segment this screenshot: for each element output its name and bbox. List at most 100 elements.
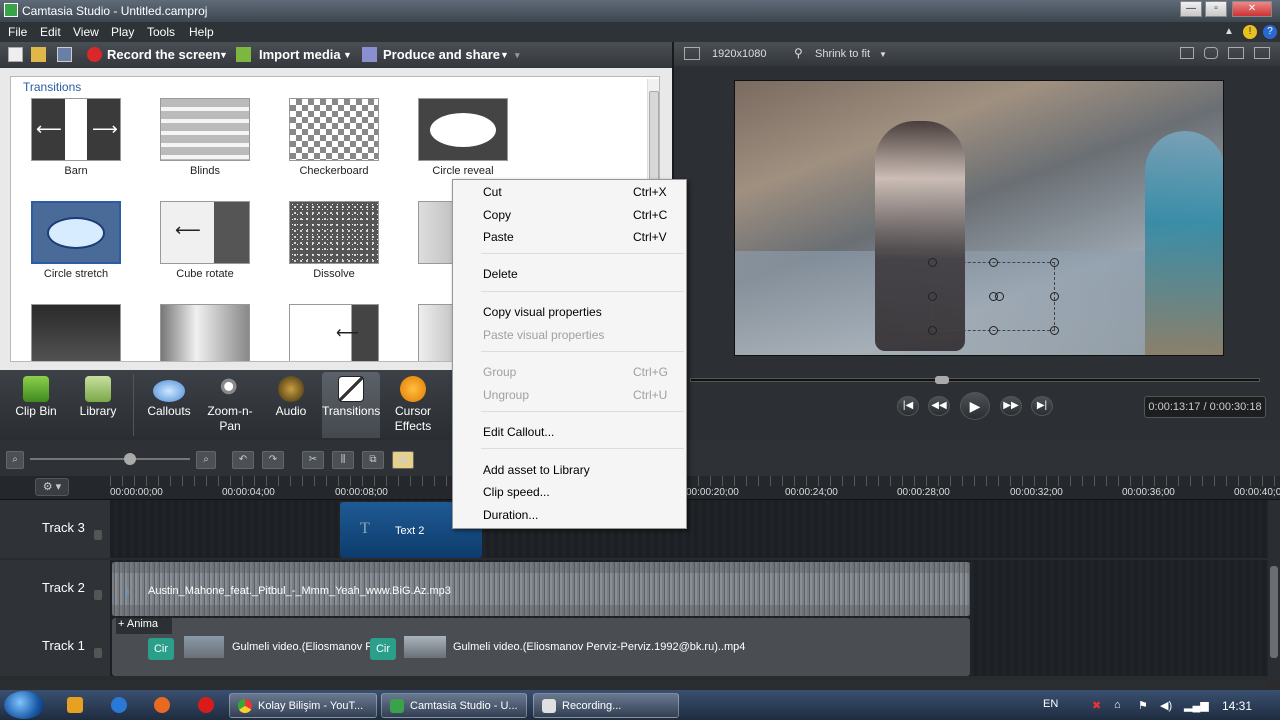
maximize-button[interactable]: ▫	[1205, 1, 1227, 17]
network-icon[interactable]: ⌂	[1114, 699, 1121, 711]
notification-icon[interactable]: ▲	[1222, 25, 1236, 39]
resize-handle-bottom-right[interactable]	[1050, 326, 1059, 335]
menu-play[interactable]: Play	[111, 25, 134, 39]
track-1-header[interactable]: Track 1	[0, 618, 110, 676]
paste-icon[interactable]: ▤	[392, 451, 414, 469]
tab-clip-bin[interactable]: Clip Bin	[8, 372, 64, 438]
seek-bar[interactable]	[690, 378, 1260, 382]
open-folder-icon[interactable]	[31, 47, 46, 62]
import-dropdown-chevron-icon[interactable]: ▼	[343, 50, 352, 60]
timeline-vertical-scroll-thumb[interactable]	[1270, 566, 1278, 658]
tab-zoom-n-pan[interactable]: Zoom-n- Pan	[202, 372, 258, 438]
opera-icon[interactable]	[198, 697, 214, 713]
tip-lightbulb-icon[interactable]: !	[1243, 25, 1257, 39]
timeline-vertical-scrollbar[interactable]	[1268, 500, 1280, 680]
menu-view[interactable]: View	[73, 25, 99, 39]
checkerboard-transition-icon[interactable]	[289, 98, 379, 161]
zoom-dropdown[interactable]: Shrink to fit	[815, 48, 870, 60]
track-3-header[interactable]: Track 3	[0, 500, 110, 558]
resize-handle-left[interactable]	[928, 292, 937, 301]
taskbar-recording-window[interactable]: Recording...	[533, 693, 679, 718]
menu-file[interactable]: File	[8, 25, 27, 39]
track-2-lane[interactable]: ♪ Austin_Mahone_feat._Pitbul_-_Mmm_Yeah_…	[110, 560, 1268, 618]
close-button[interactable]: ✕	[1232, 1, 1272, 17]
video-clip[interactable]: + Anima Cir Gulmeli video.(Eliosmanov P …	[112, 618, 970, 676]
context-menu-duration[interactable]: Duration...	[453, 504, 686, 526]
context-menu-copy-visual-properties[interactable]: Copy visual properties	[453, 301, 686, 323]
signal-icon[interactable]: ▂▄▆	[1184, 699, 1209, 712]
taskbar-camtasia-window[interactable]: Camtasia Studio - U...	[381, 693, 527, 718]
circle-transition-marker[interactable]: Cir	[148, 638, 174, 660]
cut-scissors-icon[interactable]: ✂	[302, 451, 324, 469]
fullscreen-icon[interactable]	[1254, 47, 1270, 59]
transition-thumb-row3-3[interactable]: ⟵	[289, 304, 379, 361]
resize-handle-right[interactable]	[1050, 292, 1059, 301]
skip-end-icon[interactable]: ▶|	[1031, 396, 1053, 416]
canvas-resolution-dropdown[interactable]: 1920x1080	[712, 48, 766, 60]
blinds-transition-icon[interactable]	[160, 98, 250, 161]
transition-thumb-row3-1[interactable]	[31, 304, 121, 361]
detach-preview-icon[interactable]	[1228, 47, 1244, 59]
barn-transition-icon[interactable]: ⟵ ⟶	[31, 98, 121, 161]
tab-callouts[interactable]: Callouts	[142, 372, 196, 438]
pan-hand-icon[interactable]	[1204, 47, 1218, 59]
skip-start-icon[interactable]: |◀	[897, 396, 919, 416]
record-screen-button[interactable]: Record the screen	[107, 47, 220, 62]
import-media-button[interactable]: Import media	[259, 47, 341, 62]
track-3-lane[interactable]: T Text 2	[110, 500, 1268, 558]
menu-tools[interactable]: Tools	[147, 25, 175, 39]
redo-icon[interactable]: ↷	[262, 451, 284, 469]
context-menu-edit-callout[interactable]: Edit Callout...	[453, 421, 686, 443]
context-menu-add-asset[interactable]: Add asset to Library	[453, 459, 686, 481]
animation-track-toggle[interactable]: + Anima	[116, 618, 172, 634]
dissolve-transition-icon[interactable]	[289, 201, 379, 264]
track-2-header[interactable]: Track 2	[0, 560, 110, 618]
system-clock[interactable]: 14:31	[1222, 699, 1252, 713]
media-player-icon[interactable]	[67, 697, 83, 713]
rewind-icon[interactable]: ◀◀	[928, 396, 950, 416]
video-canvas[interactable]	[734, 80, 1224, 356]
fast-forward-icon[interactable]: ▶▶	[1000, 396, 1022, 416]
circle-stretch-transition-icon[interactable]	[31, 201, 121, 264]
start-button-windows-icon[interactable]	[4, 691, 44, 719]
crop-icon[interactable]	[1180, 47, 1194, 59]
record-dropdown-chevron-icon[interactable]: ▼	[219, 50, 228, 60]
zoom-out-icon[interactable]: ⌕	[6, 451, 24, 469]
resize-handle-top[interactable]	[989, 258, 998, 267]
action-center-flag-icon[interactable]: ✖	[1092, 699, 1101, 712]
tab-audio[interactable]: Audio	[264, 372, 318, 438]
copy-icon[interactable]: ⧉	[362, 451, 384, 469]
context-menu-copy[interactable]: Copy Ctrl+C	[453, 204, 686, 226]
context-menu-clip-speed[interactable]: Clip speed...	[453, 481, 686, 503]
produce-share-icon[interactable]	[362, 47, 377, 62]
produce-dropdown-chevron-icon[interactable]: ▼	[500, 50, 509, 60]
track-1-lane[interactable]: + Anima Cir Gulmeli video.(Eliosmanov P …	[110, 618, 1268, 676]
track-lock-icon[interactable]	[94, 590, 102, 600]
help-icon[interactable]: ?	[1263, 25, 1277, 39]
context-menu-cut[interactable]: Cut Ctrl+X	[453, 181, 686, 203]
seek-knob[interactable]	[935, 376, 949, 384]
transition-thumb-row3-2[interactable]	[160, 304, 250, 361]
context-menu-paste[interactable]: Paste Ctrl+V	[453, 226, 686, 248]
resize-handle-bottom-left[interactable]	[928, 326, 937, 335]
firefox-icon[interactable]	[154, 697, 170, 713]
toolbar-overflow-icon[interactable]: ▾	[515, 50, 520, 61]
menu-edit[interactable]: Edit	[40, 25, 61, 39]
taskbar-chrome-window[interactable]: Kolay Bilişim - YouT...	[229, 693, 377, 718]
play-icon[interactable]: ▶	[960, 392, 990, 420]
tray-flag-icon[interactable]: ⚑	[1138, 699, 1148, 712]
tab-library[interactable]: Library	[72, 372, 124, 438]
transitions-scroll-thumb[interactable]	[649, 91, 659, 185]
canvas-size-icon[interactable]	[684, 47, 700, 60]
minimize-button[interactable]: —	[1180, 1, 1202, 17]
timeline-zoom-slider[interactable]	[30, 458, 190, 460]
menu-help[interactable]: Help	[189, 25, 214, 39]
resize-handle-bottom[interactable]	[989, 326, 998, 335]
record-icon[interactable]	[87, 47, 102, 62]
audio-clip[interactable]: ♪ Austin_Mahone_feat._Pitbul_-_Mmm_Yeah_…	[112, 562, 970, 616]
save-icon[interactable]	[57, 47, 72, 62]
resize-handle-top-right[interactable]	[1050, 258, 1059, 267]
circle-transition-marker[interactable]: Cir	[370, 638, 396, 660]
track-lock-icon[interactable]	[94, 530, 102, 540]
new-project-icon[interactable]	[8, 47, 23, 62]
